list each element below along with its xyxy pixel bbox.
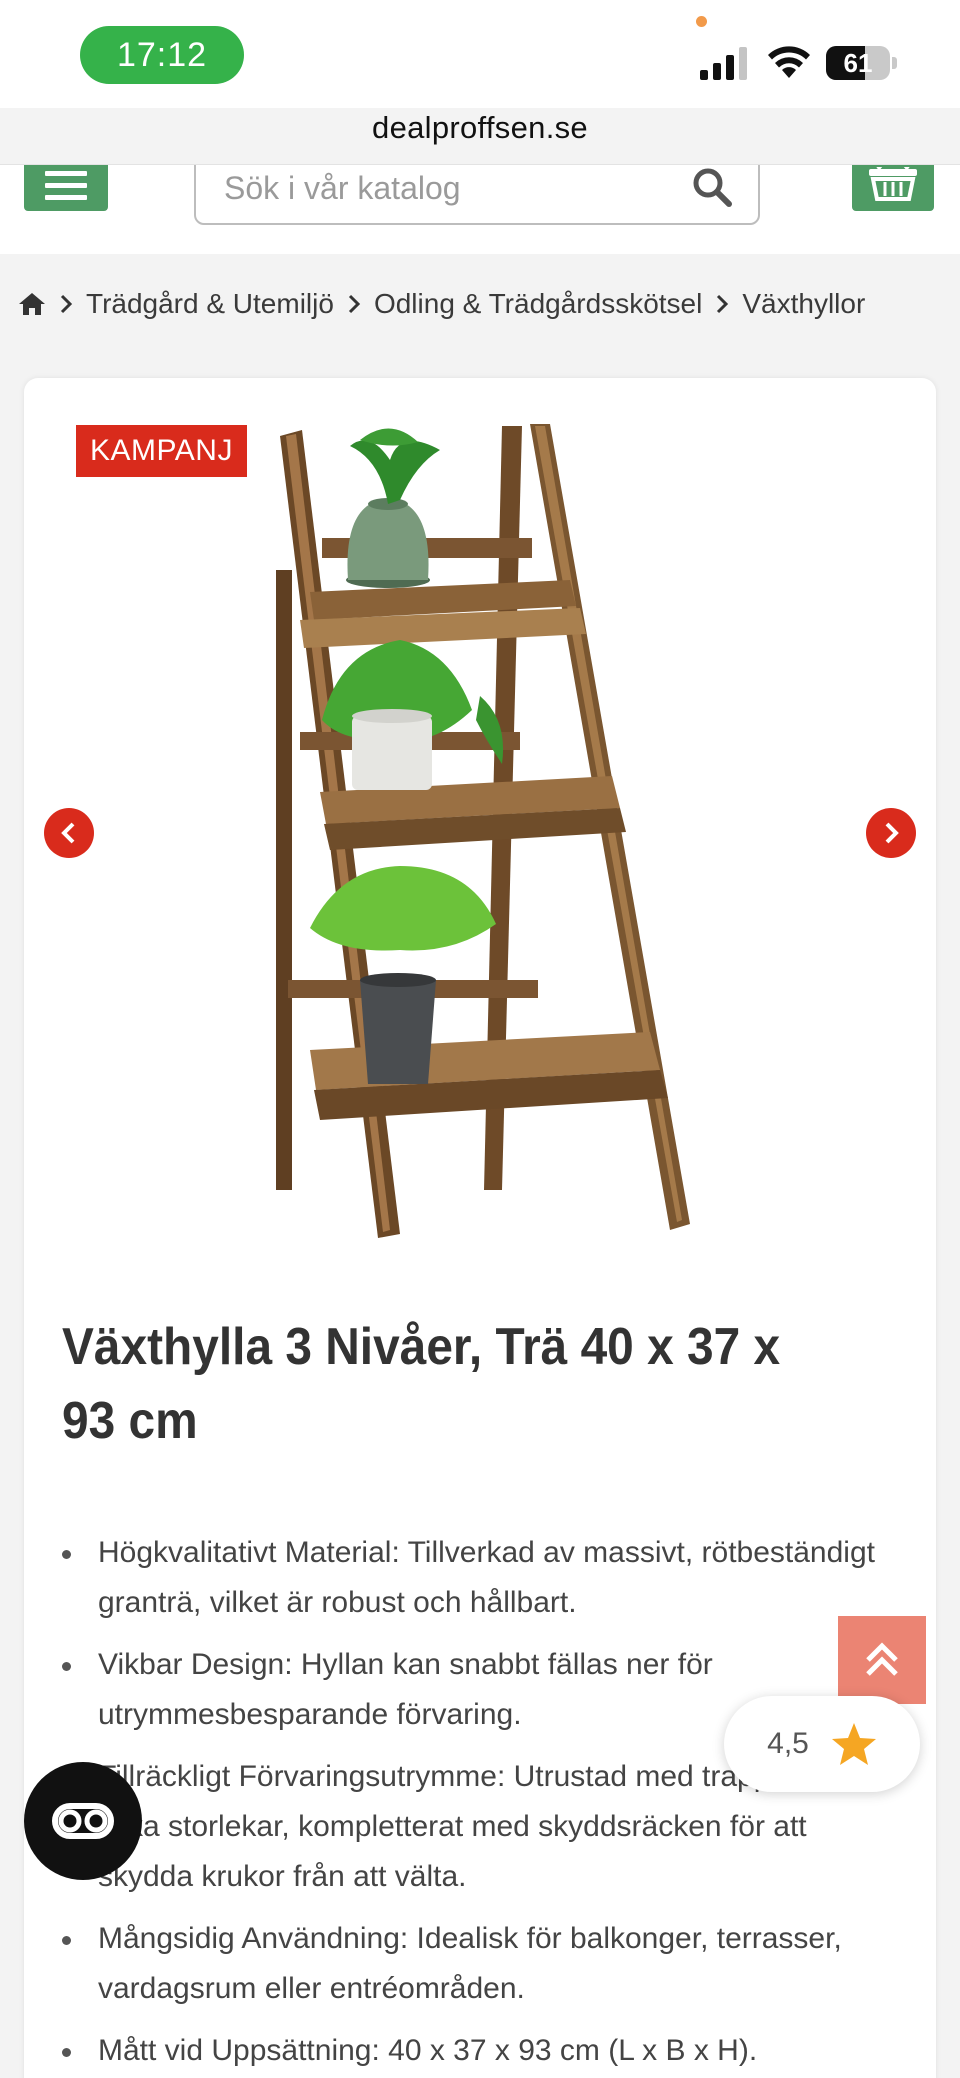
cookie-settings-button[interactable] <box>24 1762 142 1880</box>
feature-list: Högkvalitativt Material: Tillverkad av m… <box>62 1528 892 2078</box>
home-icon[interactable] <box>18 291 46 317</box>
basket-icon <box>869 167 917 201</box>
rating-value: 4,5 <box>767 1727 809 1760</box>
chevron-right-icon <box>46 294 86 314</box>
feature-item: Mått vid Uppsättning: 40 x 37 x 93 cm (L… <box>62 2026 892 2076</box>
breadcrumb: Trädgård & Utemiljö Odling & Trädgårdssk… <box>18 282 960 326</box>
menu-icon <box>45 170 87 200</box>
cart-button[interactable] <box>852 165 934 211</box>
product-image[interactable] <box>240 420 700 1240</box>
rating-widget[interactable]: 4,5 <box>724 1696 920 1792</box>
breadcrumb-item-tradgard[interactable]: Trädgård & Utemiljö <box>86 288 334 320</box>
search-icon[interactable] <box>690 165 734 209</box>
chevron-right-icon <box>702 294 742 314</box>
search-input[interactable] <box>224 165 664 213</box>
previous-image-button[interactable] <box>44 808 94 858</box>
breadcrumb-item-vaxthyllor[interactable]: Växthyllor <box>742 288 865 320</box>
cellular-signal-icon <box>700 47 747 80</box>
product-title: Växthylla 3 Nivåer, Trä 40 x 37 x 93 cm <box>62 1318 781 1450</box>
site-header <box>0 164 960 254</box>
cookie-settings-icon <box>52 1803 114 1839</box>
breadcrumb-item-odling[interactable]: Odling & Trädgårdsskötsel <box>374 288 702 320</box>
status-time: 17:12 <box>80 26 244 84</box>
wifi-icon <box>768 46 810 78</box>
search-box[interactable] <box>194 165 760 225</box>
feature-item: Högkvalitativt Material: Tillverkad av m… <box>62 1528 892 1628</box>
next-image-button[interactable] <box>866 808 916 858</box>
feature-item: Mångsidig Användning: Idealisk för balko… <box>62 1914 892 2014</box>
battery-percent: 61 <box>843 48 873 78</box>
campaign-badge: KAMPANJ <box>76 425 247 477</box>
battery-indicator: 61 <box>826 46 897 80</box>
browser-url[interactable]: dealproffsen.se <box>0 110 960 146</box>
privacy-indicator-dot <box>696 16 707 27</box>
chevron-right-icon <box>334 294 374 314</box>
chevron-left-icon <box>61 822 75 844</box>
status-bar: 17:12 61 <box>0 0 960 108</box>
double-chevron-up-icon <box>866 1642 898 1676</box>
scroll-to-top-button[interactable] <box>838 1616 926 1704</box>
chevron-right-icon <box>885 822 899 844</box>
star-icon <box>831 1723 876 1765</box>
menu-button[interactable] <box>24 165 108 211</box>
